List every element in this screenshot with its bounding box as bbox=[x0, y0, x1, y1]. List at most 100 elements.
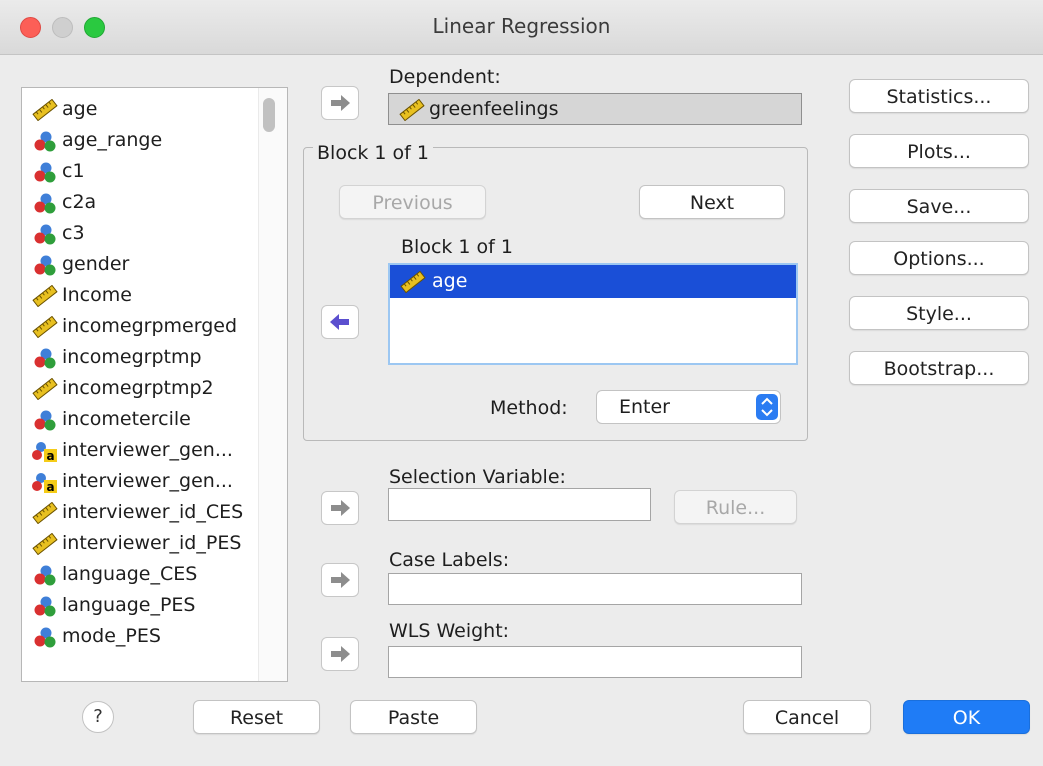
ruler-icon bbox=[32, 501, 58, 524]
ruler-icon bbox=[400, 270, 426, 293]
method-value: Enter bbox=[619, 396, 670, 418]
move-to-independent-button[interactable] bbox=[321, 305, 359, 339]
dependent-label: Dependent: bbox=[389, 66, 501, 88]
balls-icon bbox=[32, 192, 58, 214]
help-button[interactable]: ? bbox=[82, 701, 114, 733]
arrow-left-icon bbox=[330, 314, 349, 330]
variable-name: gender bbox=[62, 253, 130, 275]
balls-icon bbox=[32, 409, 58, 431]
balls-icon bbox=[32, 595, 58, 617]
variable-name: incomegrpmerged bbox=[62, 315, 238, 337]
variable-list-item[interactable]: language_CES bbox=[32, 559, 197, 589]
variable-name: c3 bbox=[62, 222, 85, 244]
balls-icon bbox=[32, 347, 58, 369]
svg-text:a: a bbox=[46, 480, 54, 493]
reset-button[interactable]: Reset bbox=[193, 700, 320, 734]
variable-list-item[interactable]: c3 bbox=[32, 218, 85, 248]
independent-item-label: age bbox=[432, 270, 468, 292]
paste-button[interactable]: Paste bbox=[350, 700, 477, 734]
variable-name: incometercile bbox=[62, 408, 191, 430]
variable-name: incomegrptmp bbox=[62, 346, 202, 368]
variable-name: age bbox=[62, 98, 98, 120]
save-button[interactable]: Save... bbox=[849, 189, 1029, 223]
svg-text:a: a bbox=[46, 449, 54, 462]
variable-list-scrollbar[interactable] bbox=[258, 88, 287, 681]
ok-button[interactable]: OK bbox=[903, 700, 1030, 734]
arrow-right-icon bbox=[331, 500, 350, 516]
variable-list-item[interactable]: incomegrptmp bbox=[32, 342, 202, 372]
variable-list-item[interactable]: incomegrpmerged bbox=[32, 311, 237, 341]
variable-name: incomegrptmp2 bbox=[62, 377, 214, 399]
balls-icon bbox=[32, 161, 58, 183]
next-block-button[interactable]: Next bbox=[639, 185, 785, 219]
ruler-icon bbox=[399, 98, 425, 121]
selection-variable-label: Selection Variable: bbox=[389, 466, 566, 488]
balls-icon bbox=[32, 130, 58, 152]
ruler-icon bbox=[32, 315, 58, 338]
variable-list-item[interactable]: age bbox=[32, 94, 97, 124]
variable-list[interactable]: age age_range c1 c2a c3 gender Income incomegrp… bbox=[21, 87, 288, 682]
variable-list-item[interactable]: incometercile bbox=[32, 404, 191, 434]
method-select[interactable]: Enter bbox=[596, 390, 781, 424]
balls-a-icon: a bbox=[32, 471, 58, 494]
variable-name: c1 bbox=[62, 160, 85, 182]
variable-name: interviewer_id_CES bbox=[62, 501, 244, 523]
scrollbar-thumb[interactable] bbox=[263, 98, 275, 132]
selection-variable-field[interactable] bbox=[388, 488, 651, 521]
move-to-selection-button[interactable] bbox=[321, 491, 359, 525]
balls-icon bbox=[32, 564, 58, 586]
variable-list-item[interactable]: age_range bbox=[32, 125, 162, 155]
variable-list-item[interactable]: interviewer_id_CES bbox=[32, 497, 243, 527]
variable-name: Income bbox=[62, 284, 132, 306]
variable-list-item[interactable]: gender bbox=[32, 249, 129, 279]
move-to-dependent-button[interactable] bbox=[321, 86, 359, 120]
variable-list-item[interactable]: a interviewer_gen... bbox=[32, 435, 233, 465]
style-button[interactable]: Style... bbox=[849, 296, 1029, 330]
variable-name: interviewer_id_PES bbox=[62, 532, 242, 554]
rule-button[interactable]: Rule... bbox=[674, 490, 797, 524]
balls-icon bbox=[32, 223, 58, 245]
independent-item-age[interactable]: age bbox=[390, 265, 796, 298]
block-inner-label: Block 1 of 1 bbox=[401, 236, 513, 258]
variable-list-item[interactable]: language_PES bbox=[32, 590, 195, 620]
ruler-icon bbox=[32, 377, 58, 400]
balls-icon bbox=[32, 254, 58, 276]
variable-name: interviewer_gen... bbox=[62, 439, 233, 461]
ruler-icon bbox=[32, 532, 58, 555]
previous-block-button[interactable]: Previous bbox=[339, 185, 486, 219]
move-to-wls-button[interactable] bbox=[321, 637, 359, 671]
arrow-right-icon bbox=[331, 95, 350, 111]
arrow-right-icon bbox=[331, 572, 350, 588]
variable-list-item[interactable]: mode_PES bbox=[32, 621, 161, 651]
move-to-case-labels-button[interactable] bbox=[321, 563, 359, 597]
wls-weight-label: WLS Weight: bbox=[389, 620, 510, 642]
options-button[interactable]: Options... bbox=[849, 241, 1029, 275]
variable-list-item[interactable]: a interviewer_gen... bbox=[32, 466, 233, 496]
variable-list-item[interactable]: Income bbox=[32, 280, 132, 310]
variable-list-item[interactable]: interviewer_id_PES bbox=[32, 528, 241, 558]
dependent-value: greenfeelings bbox=[429, 98, 559, 120]
variable-list-item[interactable]: c1 bbox=[32, 156, 85, 186]
arrow-right-icon bbox=[331, 646, 350, 662]
variable-name: language_CES bbox=[62, 563, 198, 585]
variable-name: interviewer_gen... bbox=[62, 470, 233, 492]
plots-button[interactable]: Plots... bbox=[849, 134, 1029, 168]
balls-a-icon: a bbox=[32, 440, 58, 463]
independent-list[interactable]: age bbox=[388, 263, 798, 365]
title-bar: Linear Regression bbox=[0, 0, 1043, 55]
cancel-button[interactable]: Cancel bbox=[743, 700, 871, 734]
variable-list-item[interactable]: c2a bbox=[32, 187, 96, 217]
case-labels-field[interactable] bbox=[388, 573, 802, 605]
statistics-button[interactable]: Statistics... bbox=[849, 79, 1029, 113]
block-legend: Block 1 of 1 bbox=[313, 142, 433, 164]
dependent-field[interactable]: greenfeelings bbox=[388, 93, 802, 125]
variable-list-item[interactable]: incomegrptmp2 bbox=[32, 373, 214, 403]
ruler-icon bbox=[32, 284, 58, 307]
wls-weight-field[interactable] bbox=[388, 646, 802, 678]
chevron-updown-icon bbox=[756, 394, 778, 420]
bootstrap-button[interactable]: Bootstrap... bbox=[849, 351, 1029, 385]
variable-name: mode_PES bbox=[62, 625, 161, 647]
variable-name: c2a bbox=[62, 191, 97, 213]
method-label: Method: bbox=[490, 397, 568, 419]
case-labels-label: Case Labels: bbox=[389, 549, 510, 571]
